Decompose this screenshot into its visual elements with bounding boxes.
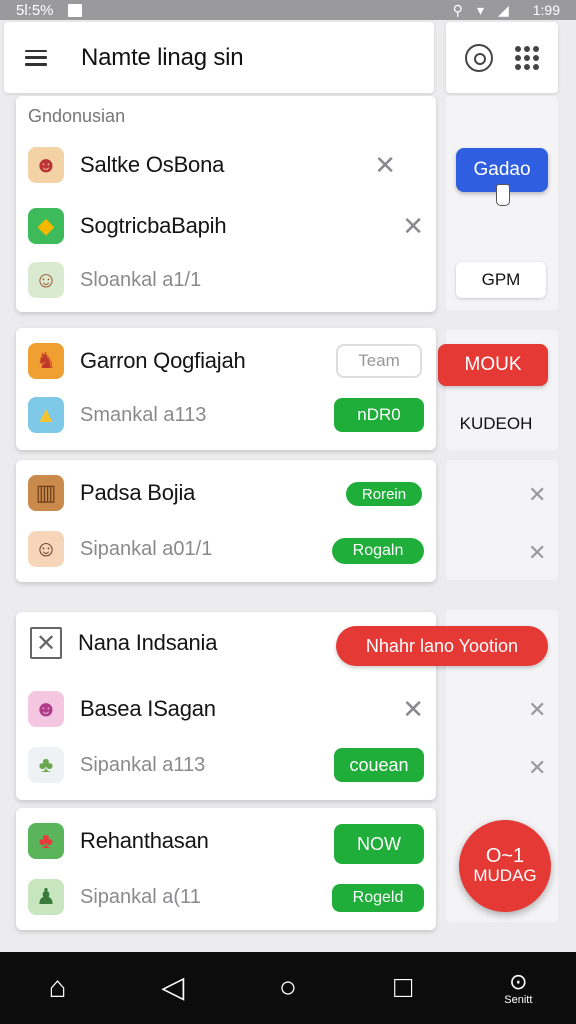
game-icon: ◆ bbox=[28, 208, 64, 244]
row-title: Rehanthasan bbox=[80, 828, 209, 853]
navigation-bar: ⌂ ◁ ○ □ ⊙ Senitt bbox=[0, 952, 576, 1024]
hamburger-menu-icon[interactable] bbox=[25, 49, 47, 66]
game-icon: ☻ bbox=[28, 147, 64, 183]
game-icon: ☺ bbox=[28, 262, 64, 298]
status-bar: 5l:5% ⚲ ▾ ◢ 1:99 bbox=[0, 0, 576, 20]
app-bar-actions bbox=[446, 22, 558, 93]
fab-top-label: O~1 bbox=[485, 845, 525, 867]
row-subtitle: Sipankal a01/1 bbox=[80, 537, 213, 560]
action-button[interactable]: couean bbox=[334, 748, 424, 782]
recents-icon[interactable]: □ bbox=[373, 958, 433, 1018]
search-button[interactable]: ⊙ Senitt bbox=[488, 958, 548, 1018]
avatar: ☺ bbox=[28, 531, 64, 567]
row-title: Saltke OsBona bbox=[80, 152, 225, 177]
row-title: SogtricbaBapih bbox=[80, 213, 227, 238]
home-icon[interactable]: ⌂ bbox=[28, 958, 88, 1018]
close-box-icon: ✕ bbox=[30, 627, 62, 659]
status-time: 5l:5% bbox=[16, 1, 54, 19]
fab-label: MUDAG bbox=[473, 866, 537, 885]
list-item[interactable]: ☻ Saltke OsBona ✕ bbox=[16, 138, 436, 192]
pointer-cursor-icon bbox=[496, 184, 510, 206]
floating-action-button[interactable]: O~1 MUDAG bbox=[459, 820, 551, 912]
action-button[interactable]: nDR0 bbox=[334, 398, 424, 432]
game-icon: ♞ bbox=[28, 343, 64, 379]
mouk-button[interactable]: MOUK bbox=[438, 344, 548, 386]
list-item[interactable]: ☺ Sloankal a1/1 bbox=[16, 253, 436, 307]
game-icon: ♣ bbox=[28, 747, 64, 783]
close-icon[interactable]: ✕ bbox=[374, 150, 396, 181]
app-bar: Namte linag sin bbox=[4, 22, 434, 93]
camera-icon[interactable] bbox=[465, 43, 493, 72]
game-icon: ▥ bbox=[28, 475, 64, 511]
card-section-1: Gndonusian ☻ Saltke OsBona ✕ ◆ Sogtricba… bbox=[16, 96, 436, 312]
game-icon: ▲ bbox=[28, 397, 64, 433]
side-close-icon[interactable]: ✕ bbox=[528, 540, 546, 566]
list-item[interactable]: ☻ Basea ISagan ✕ bbox=[16, 682, 436, 736]
close-icon[interactable]: ✕ bbox=[402, 694, 424, 725]
action-button[interactable]: Rogaln bbox=[332, 538, 424, 564]
back-icon[interactable]: ◁ bbox=[143, 958, 203, 1018]
list-item[interactable]: ◆ SogtricbaBapih ✕ bbox=[16, 199, 436, 253]
apps-grid-icon[interactable] bbox=[515, 45, 539, 70]
action-button[interactable]: Rorein bbox=[346, 482, 422, 506]
search-label: Senitt bbox=[504, 994, 533, 1006]
now-button[interactable]: NOW bbox=[334, 824, 424, 864]
location-icon: ⚲ bbox=[452, 1, 463, 18]
close-icon[interactable]: ✕ bbox=[402, 211, 424, 242]
card-section-5: ♣ Rehanthasan NOW ♟ Sipankal a(11 Rogeld bbox=[16, 808, 436, 930]
notification-icon bbox=[67, 3, 82, 17]
row-subtitle: Sipankal a113 bbox=[80, 753, 206, 776]
row-title: Padsa Bojia bbox=[80, 480, 196, 505]
battery-text: 1:99 bbox=[532, 2, 560, 18]
page-title: Namte linag sin bbox=[81, 43, 244, 71]
game-icon: ♟ bbox=[28, 879, 64, 915]
home-circle-icon[interactable]: ○ bbox=[258, 958, 318, 1018]
side-close-icon[interactable]: ✕ bbox=[528, 755, 546, 781]
row-title: Garron Qogfiajah bbox=[80, 348, 246, 373]
gpm-button[interactable]: GPM bbox=[456, 262, 546, 298]
game-icon: ☻ bbox=[28, 691, 64, 727]
row-title: Basea ISagan bbox=[80, 696, 216, 721]
row-subtitle: Sloankal a1/1 bbox=[80, 268, 202, 291]
row-subtitle: Smankal a113 bbox=[80, 403, 207, 426]
game-icon: ♣ bbox=[28, 823, 64, 859]
row-subtitle: Sipankal a(11 bbox=[80, 885, 201, 908]
team-button[interactable]: Team bbox=[336, 344, 422, 378]
row-title: Nana Indsania bbox=[78, 630, 218, 655]
section-header: Gndonusian bbox=[28, 106, 126, 126]
side-close-icon[interactable]: ✕ bbox=[528, 482, 546, 508]
wifi-icon: ▾ bbox=[476, 1, 484, 18]
action-button[interactable]: Rogeld bbox=[332, 884, 424, 912]
card-section-2: ♞ Garron Qogfiajah Team ▲ Smankal a113 n… bbox=[16, 328, 436, 450]
side-close-icon[interactable]: ✕ bbox=[528, 697, 546, 723]
signal-icon: ◢ bbox=[497, 1, 509, 18]
card-section-3: ▥ Padsa Bojia Rorein ☺ Sipankal a01/1 Ro… bbox=[16, 460, 436, 582]
wide-red-button[interactable]: Nhahr lano Yootion bbox=[336, 626, 548, 666]
kudeoh-button[interactable]: KUDEOH bbox=[446, 404, 546, 444]
search-icon: ⊙ bbox=[509, 969, 528, 994]
